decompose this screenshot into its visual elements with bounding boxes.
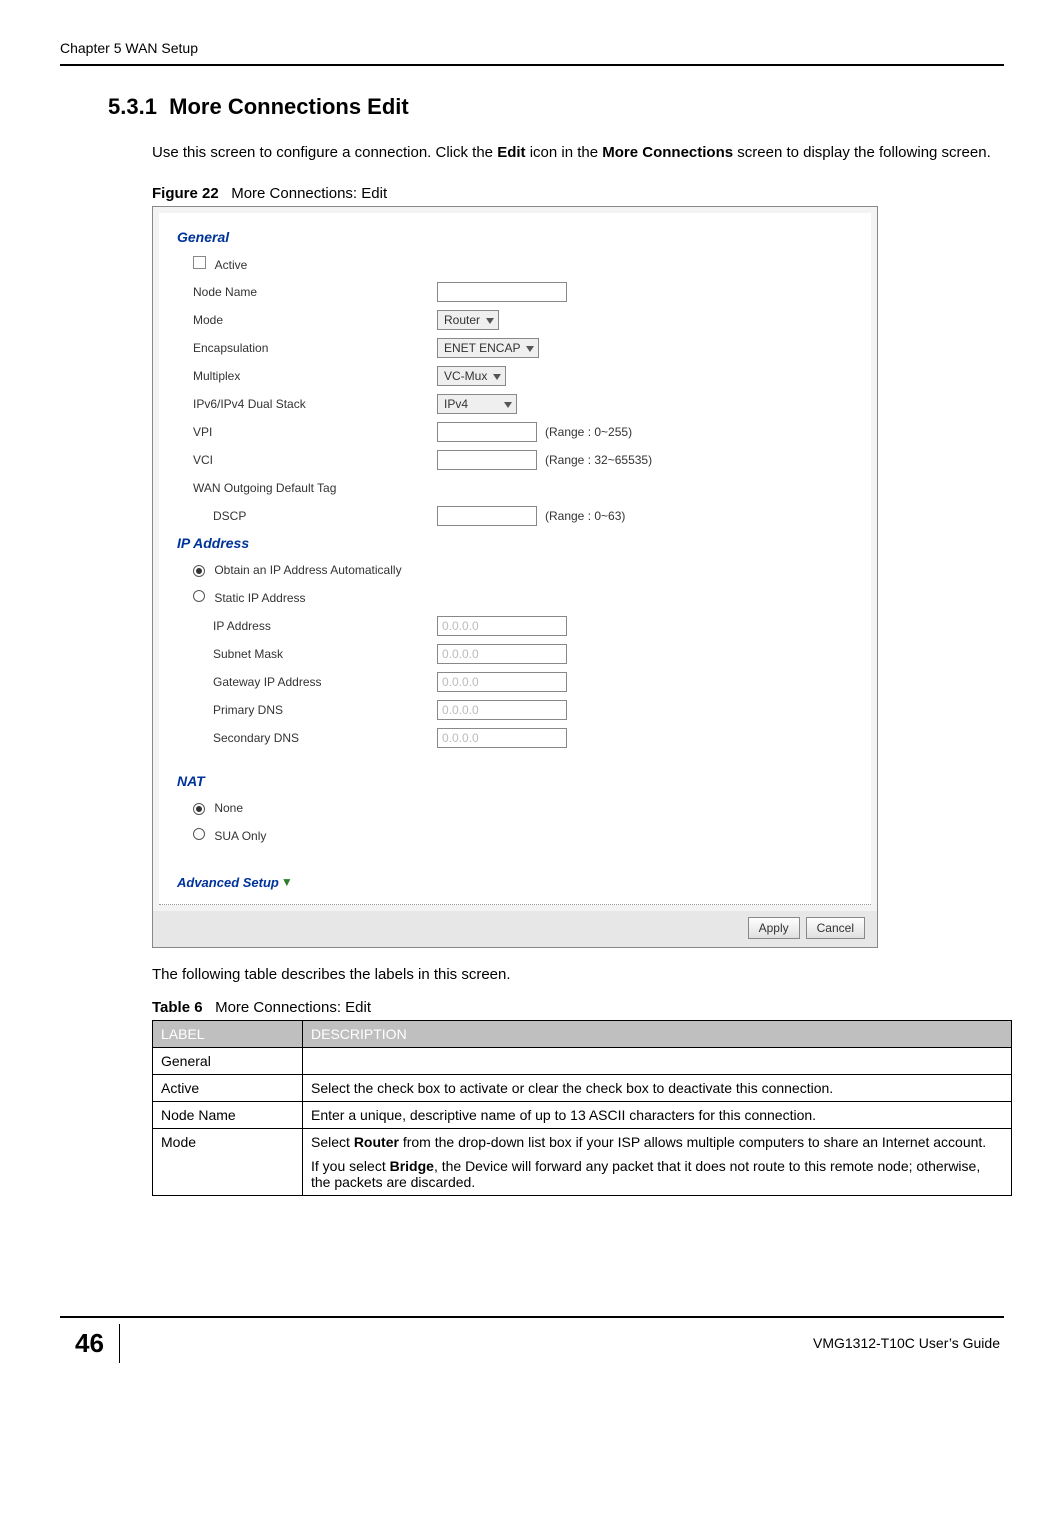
vci-range: (Range : 32~65535) <box>541 453 652 467</box>
table-header-row: LABEL DESCRIPTION <box>153 1020 1012 1047</box>
cell-label: Node Name <box>153 1101 303 1128</box>
gateway-label: Gateway IP Address <box>177 675 437 689</box>
active-label: Active <box>215 258 248 272</box>
general-heading: General <box>177 229 853 245</box>
nat-sua-radio[interactable] <box>193 828 205 840</box>
section-number: 5.3.1 <box>108 94 157 119</box>
cell-label: General <box>153 1047 303 1074</box>
ip-heading: IP Address <box>177 535 853 551</box>
node-name-input[interactable] <box>437 282 567 302</box>
encap-label: Encapsulation <box>177 341 437 355</box>
pdns-label: Primary DNS <box>177 703 437 717</box>
section-title: More Connections Edit <box>169 94 409 119</box>
ipaddr-label: IP Address <box>177 619 437 633</box>
ip-static-label: Static IP Address <box>214 591 305 605</box>
chevron-down-icon: ▼ <box>281 875 293 889</box>
mode-select[interactable]: Router <box>437 310 499 330</box>
table-row: Mode Select Router from the drop-down li… <box>153 1128 1012 1195</box>
ipaddr-input[interactable]: 0.0.0.0 <box>437 616 567 636</box>
mode-label: Mode <box>177 313 437 327</box>
page-footer: 46 VMG1312-T10C User’s Guide <box>60 1316 1004 1363</box>
vci-input[interactable] <box>437 450 537 470</box>
page-number: 46 <box>60 1324 120 1363</box>
active-checkbox[interactable] <box>193 256 206 269</box>
node-name-label: Node Name <box>177 285 437 299</box>
nat-none-radio[interactable] <box>193 803 205 815</box>
multiplex-select[interactable]: VC-Mux <box>437 366 506 386</box>
encap-select[interactable]: ENET ENCAP <box>437 338 539 358</box>
pdns-input[interactable]: 0.0.0.0 <box>437 700 567 720</box>
ipver-select[interactable]: IPv4 <box>437 394 517 414</box>
cell-desc: Select the check box to activate or clea… <box>303 1074 1012 1101</box>
cell-desc: Select Router from the drop-down list bo… <box>303 1128 1012 1195</box>
nat-sua-row: SUA Only <box>177 828 266 843</box>
below-figure-text: The following table describes the labels… <box>152 966 1004 983</box>
ip-auto-row: Obtain an IP Address Automatically <box>177 563 402 577</box>
figure-caption: Figure 22 More Connections: Edit <box>152 185 1004 202</box>
table-row: Active Select the check box to activate … <box>153 1074 1012 1101</box>
th-desc: DESCRIPTION <box>303 1020 1012 1047</box>
apply-button[interactable]: Apply <box>748 917 800 939</box>
wan-tag-label: WAN Outgoing Default Tag <box>177 481 437 495</box>
chapter-title: Chapter 5 WAN Setup <box>60 40 198 56</box>
cell-desc <box>303 1047 1012 1074</box>
ip-static-row: Static IP Address <box>177 590 306 605</box>
dscp-range: (Range : 0~63) <box>541 509 625 523</box>
figure-footer: Apply Cancel <box>153 911 877 947</box>
vpi-input[interactable] <box>437 422 537 442</box>
cell-desc: Enter a unique, descriptive name of up t… <box>303 1101 1012 1128</box>
nat-sua-label: SUA Only <box>214 829 266 843</box>
advanced-setup-toggle[interactable]: Advanced Setup▼ <box>177 875 293 890</box>
ip-auto-label: Obtain an IP Address Automatically <box>214 563 401 577</box>
description-table: LABEL DESCRIPTION General Active Select … <box>152 1020 1012 1196</box>
ip-static-radio[interactable] <box>193 590 205 602</box>
dscp-label: DSCP <box>177 509 437 523</box>
vci-label: VCI <box>177 453 437 467</box>
vpi-range: (Range : 0~255) <box>541 425 632 439</box>
gateway-input[interactable]: 0.0.0.0 <box>437 672 567 692</box>
guide-title: VMG1312-T10C User’s Guide <box>120 1335 1004 1351</box>
subnet-label: Subnet Mask <box>177 647 437 661</box>
cell-label: Mode <box>153 1128 303 1195</box>
sdns-label: Secondary DNS <box>177 731 437 745</box>
nat-none-row: None <box>177 801 243 815</box>
nat-none-label: None <box>214 801 243 815</box>
active-row: Active <box>177 256 437 272</box>
multiplex-label: Multiplex <box>177 369 437 383</box>
subnet-input[interactable]: 0.0.0.0 <box>437 644 567 664</box>
th-label: LABEL <box>153 1020 303 1047</box>
vpi-label: VPI <box>177 425 437 439</box>
figure-screenshot: General Active Node Name Mode Router Enc… <box>152 206 878 948</box>
sdns-input[interactable]: 0.0.0.0 <box>437 728 567 748</box>
cell-label: Active <box>153 1074 303 1101</box>
table-row: General <box>153 1047 1012 1074</box>
ipver-label: IPv6/IPv4 Dual Stack <box>177 397 437 411</box>
table-row: Node Name Enter a unique, descriptive na… <box>153 1101 1012 1128</box>
page-header: Chapter 5 WAN Setup <box>60 40 1004 66</box>
section-intro: Use this screen to configure a connectio… <box>152 142 1004 165</box>
nat-heading: NAT <box>177 773 853 789</box>
cancel-button[interactable]: Cancel <box>806 917 865 939</box>
dscp-input[interactable] <box>437 506 537 526</box>
ip-auto-radio[interactable] <box>193 565 205 577</box>
table-caption: Table 6 More Connections: Edit <box>152 999 1004 1016</box>
section-heading: 5.3.1 More Connections Edit <box>108 94 1004 120</box>
